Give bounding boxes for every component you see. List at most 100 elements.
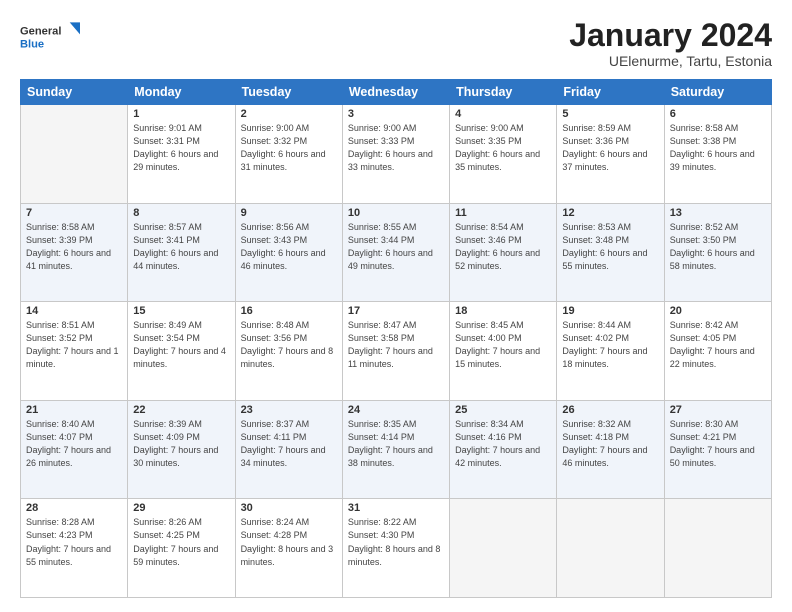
sunset-text: Sunset: 4:09 PM (133, 432, 200, 442)
calendar-week-row: 14Sunrise: 8:51 AM Sunset: 3:52 PM Dayli… (21, 302, 772, 401)
calendar-cell (450, 499, 557, 598)
calendar-cell: 21Sunrise: 8:40 AM Sunset: 4:07 PM Dayli… (21, 400, 128, 499)
logo: General Blue (20, 18, 80, 56)
sunset-text: Sunset: 3:41 PM (133, 235, 200, 245)
sunrise-text: Sunrise: 8:59 AM (562, 123, 631, 133)
day-info: Sunrise: 9:00 AM Sunset: 3:32 PM Dayligh… (241, 122, 337, 174)
calendar-cell: 7 Sunrise: 8:58 AM Sunset: 3:39 PM Daylig… (21, 203, 128, 302)
day-number: 27 (670, 404, 766, 416)
calendar-cell: 17Sunrise: 8:47 AM Sunset: 3:58 PM Dayli… (342, 302, 449, 401)
sunset-text: Sunset: 3:38 PM (670, 136, 737, 146)
daylight-text: Daylight: 8 hours and 8 minutes. (348, 544, 441, 567)
day-number: 10 (348, 207, 444, 219)
calendar-cell: 4Sunrise: 9:00 AM Sunset: 3:35 PM Daylig… (450, 105, 557, 204)
weekday-header-friday: Friday (557, 80, 664, 105)
daylight-text: Daylight: 6 hours and 41 minutes. (26, 248, 111, 271)
day-number: 23 (241, 404, 337, 416)
calendar-cell: 22Sunrise: 8:39 AM Sunset: 4:09 PM Dayli… (128, 400, 235, 499)
day-number: 2 (241, 108, 337, 120)
sunset-text: Sunset: 3:50 PM (670, 235, 737, 245)
calendar-cell (664, 499, 771, 598)
daylight-text: Daylight: 7 hours and 38 minutes. (348, 445, 433, 468)
sunrise-text: Sunrise: 8:32 AM (562, 419, 631, 429)
daylight-text: Daylight: 7 hours and 22 minutes. (670, 346, 755, 369)
daylight-text: Daylight: 6 hours and 39 minutes. (670, 149, 755, 172)
calendar-cell: 11Sunrise: 8:54 AM Sunset: 3:46 PM Dayli… (450, 203, 557, 302)
calendar-cell: 2 Sunrise: 9:00 AM Sunset: 3:32 PM Daylig… (235, 105, 342, 204)
logo-svg: General Blue (20, 18, 80, 56)
day-info: Sunrise: 8:58 AM Sunset: 3:38 PM Dayligh… (670, 122, 766, 174)
day-number: 24 (348, 404, 444, 416)
day-number: 7 (26, 207, 122, 219)
day-info: Sunrise: 8:44 AM Sunset: 4:02 PM Dayligh… (562, 319, 658, 371)
day-info: Sunrise: 8:58 AM Sunset: 3:39 PM Dayligh… (26, 221, 122, 273)
weekday-header-saturday: Saturday (664, 80, 771, 105)
day-number: 6 (670, 108, 766, 120)
location-subtitle: UElenurme, Tartu, Estonia (569, 53, 772, 69)
day-number: 20 (670, 305, 766, 317)
daylight-text: Daylight: 6 hours and 49 minutes. (348, 248, 433, 271)
daylight-text: Daylight: 7 hours and 11 minutes. (348, 346, 433, 369)
calendar-cell: 19Sunrise: 8:44 AM Sunset: 4:02 PM Dayli… (557, 302, 664, 401)
day-number: 3 (348, 108, 444, 120)
day-info: Sunrise: 8:51 AM Sunset: 3:52 PM Dayligh… (26, 319, 122, 371)
calendar-cell: 1Sunrise: 9:01 AM Sunset: 3:31 PM Daylig… (128, 105, 235, 204)
day-info: Sunrise: 8:40 AM Sunset: 4:07 PM Dayligh… (26, 418, 122, 470)
sunrise-text: Sunrise: 8:42 AM (670, 320, 739, 330)
calendar-cell: 26Sunrise: 8:32 AM Sunset: 4:18 PM Dayli… (557, 400, 664, 499)
daylight-text: Daylight: 7 hours and 1 minute. (26, 346, 119, 369)
daylight-text: Daylight: 7 hours and 4 minutes. (133, 346, 226, 369)
sunrise-text: Sunrise: 9:00 AM (241, 123, 310, 133)
day-info: Sunrise: 8:53 AM Sunset: 3:48 PM Dayligh… (562, 221, 658, 273)
day-number: 25 (455, 404, 551, 416)
day-number: 9 (241, 207, 337, 219)
day-number: 30 (241, 502, 337, 514)
sunrise-text: Sunrise: 8:57 AM (133, 222, 202, 232)
calendar-week-row: 21Sunrise: 8:40 AM Sunset: 4:07 PM Dayli… (21, 400, 772, 499)
logo-triangle (70, 22, 80, 34)
day-number: 22 (133, 404, 229, 416)
day-info: Sunrise: 8:49 AM Sunset: 3:54 PM Dayligh… (133, 319, 229, 371)
daylight-text: Daylight: 7 hours and 15 minutes. (455, 346, 540, 369)
day-info: Sunrise: 8:35 AM Sunset: 4:14 PM Dayligh… (348, 418, 444, 470)
sunset-text: Sunset: 4:05 PM (670, 333, 737, 343)
sunset-text: Sunset: 4:07 PM (26, 432, 93, 442)
day-number: 17 (348, 305, 444, 317)
sunrise-text: Sunrise: 8:54 AM (455, 222, 524, 232)
weekday-header-wednesday: Wednesday (342, 80, 449, 105)
daylight-text: Daylight: 6 hours and 29 minutes. (133, 149, 218, 172)
calendar-cell: 5Sunrise: 8:59 AM Sunset: 3:36 PM Daylig… (557, 105, 664, 204)
sunset-text: Sunset: 4:21 PM (670, 432, 737, 442)
daylight-text: Daylight: 8 hours and 3 minutes. (241, 544, 334, 567)
calendar-table: SundayMondayTuesdayWednesdayThursdayFrid… (20, 79, 772, 598)
sunrise-text: Sunrise: 8:30 AM (670, 419, 739, 429)
daylight-text: Daylight: 7 hours and 18 minutes. (562, 346, 647, 369)
day-number: 1 (133, 108, 229, 120)
daylight-text: Daylight: 7 hours and 26 minutes. (26, 445, 111, 468)
sunset-text: Sunset: 3:39 PM (26, 235, 93, 245)
daylight-text: Daylight: 6 hours and 33 minutes. (348, 149, 433, 172)
sunrise-text: Sunrise: 8:45 AM (455, 320, 524, 330)
daylight-text: Daylight: 6 hours and 44 minutes. (133, 248, 218, 271)
sunrise-text: Sunrise: 8:44 AM (562, 320, 631, 330)
sunrise-text: Sunrise: 8:53 AM (562, 222, 631, 232)
sunrise-text: Sunrise: 8:52 AM (670, 222, 739, 232)
calendar-cell: 20 Sunrise: 8:42 AM Sunset: 4:05 PM Dayli… (664, 302, 771, 401)
calendar-cell: 12 Sunrise: 8:53 AM Sunset: 3:48 PM Dayli… (557, 203, 664, 302)
calendar-cell: 14Sunrise: 8:51 AM Sunset: 3:52 PM Dayli… (21, 302, 128, 401)
sunrise-text: Sunrise: 8:48 AM (241, 320, 310, 330)
calendar-cell: 18Sunrise: 8:45 AM Sunset: 4:00 PM Dayli… (450, 302, 557, 401)
daylight-text: Daylight: 7 hours and 30 minutes. (133, 445, 218, 468)
sunset-text: Sunset: 4:23 PM (26, 530, 93, 540)
day-number: 12 (562, 207, 658, 219)
sunrise-text: Sunrise: 9:00 AM (455, 123, 524, 133)
header: General Blue January 2024 UElenurme, Tar… (20, 18, 772, 69)
sunrise-text: Sunrise: 8:37 AM (241, 419, 310, 429)
page: General Blue January 2024 UElenurme, Tar… (0, 0, 792, 612)
calendar-cell: 9 Sunrise: 8:56 AM Sunset: 3:43 PM Daylig… (235, 203, 342, 302)
sunrise-text: Sunrise: 8:51 AM (26, 320, 95, 330)
day-info: Sunrise: 8:56 AM Sunset: 3:43 PM Dayligh… (241, 221, 337, 273)
daylight-text: Daylight: 7 hours and 34 minutes. (241, 445, 326, 468)
sunrise-text: Sunrise: 8:58 AM (26, 222, 95, 232)
sunset-text: Sunset: 4:28 PM (241, 530, 308, 540)
